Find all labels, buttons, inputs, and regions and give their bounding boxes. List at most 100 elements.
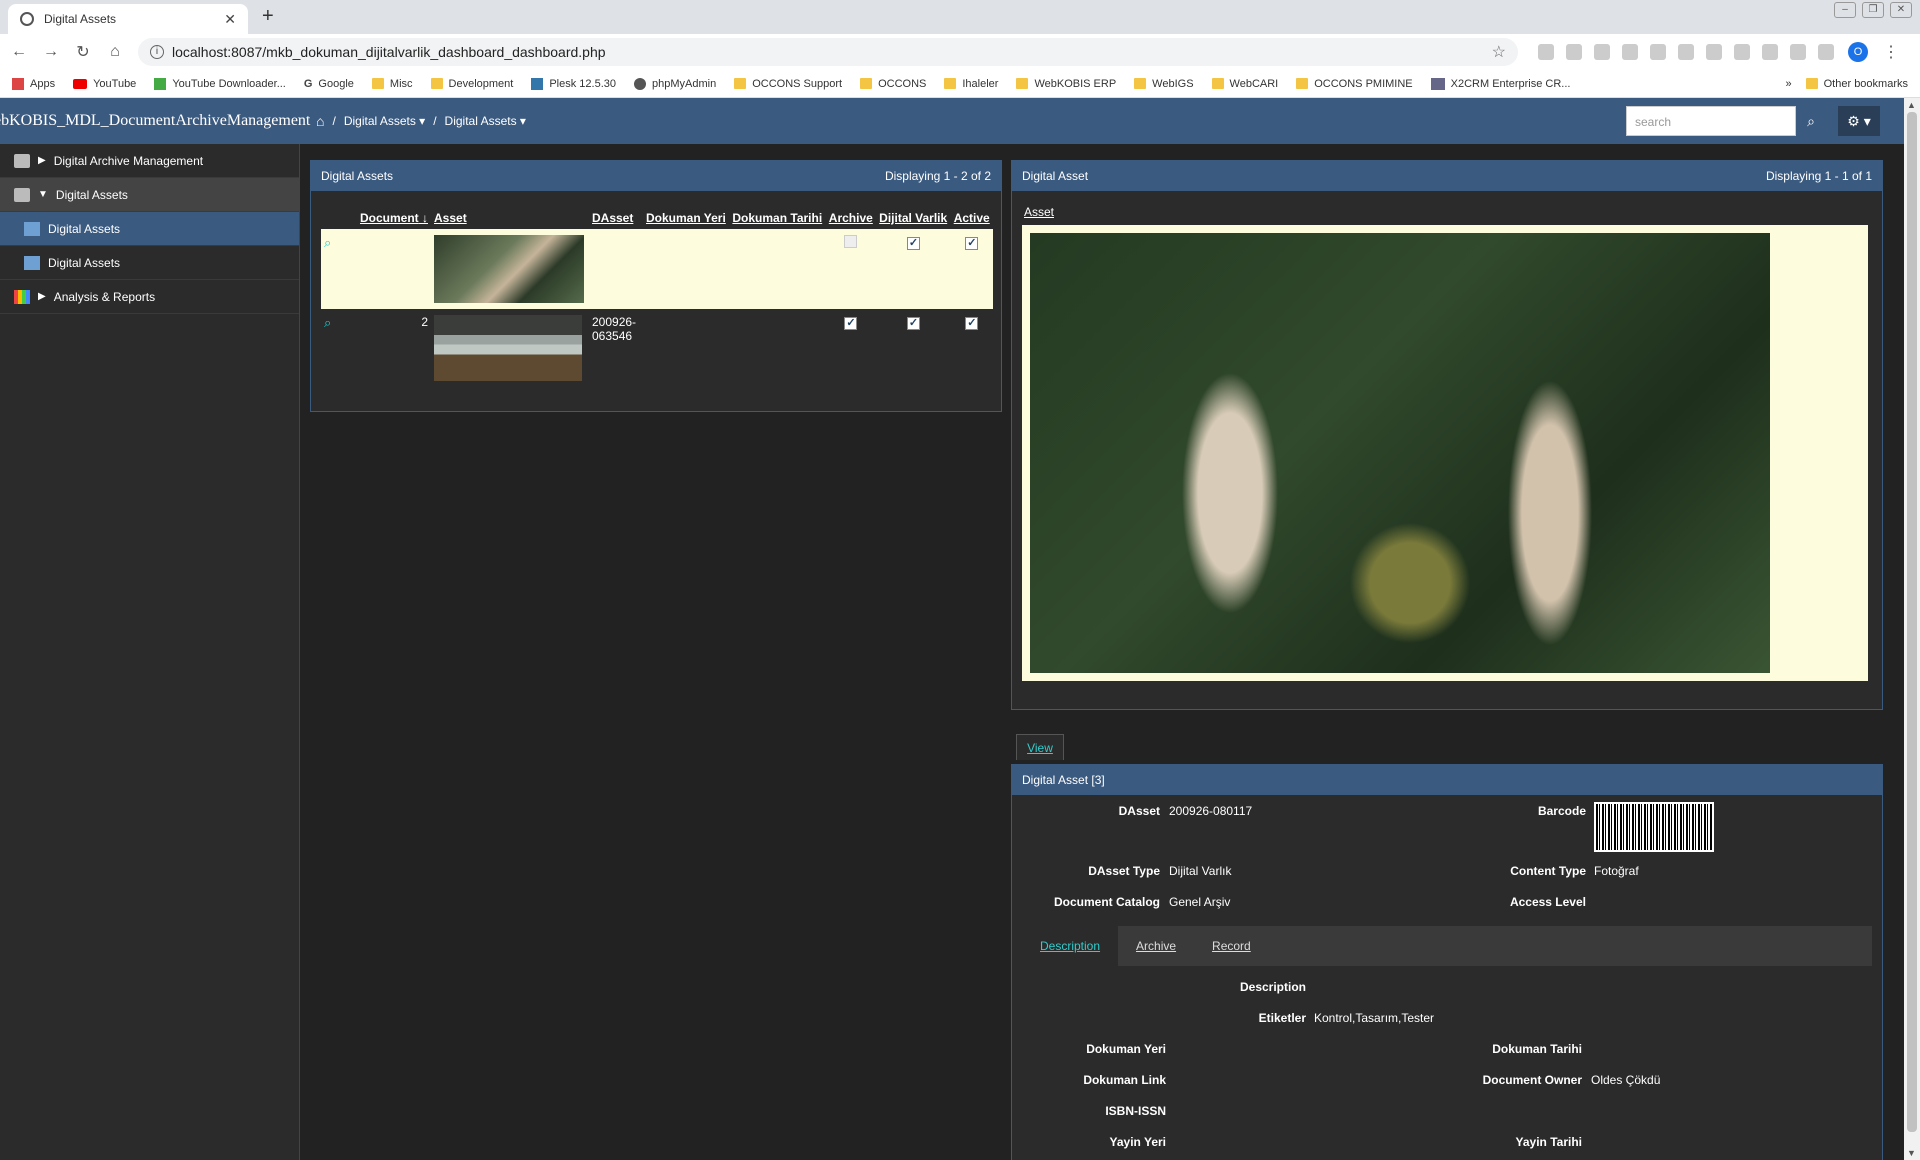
profile-avatar[interactable]: O — [1848, 42, 1868, 62]
bookmark-occons-support[interactable]: OCCONS Support — [734, 78, 842, 90]
column-asset[interactable]: Asset — [431, 207, 589, 229]
scroll-up-icon[interactable]: ▲ — [1907, 100, 1916, 110]
tab-archive[interactable]: Archive — [1118, 926, 1194, 966]
close-window-icon[interactable]: ✕ — [1890, 2, 1912, 18]
panel-title: Digital Asset — [1022, 169, 1089, 183]
table-row[interactable]: ⌕ ✓ ✓ — [321, 229, 993, 309]
search-icon[interactable]: ⌕ — [1798, 106, 1824, 136]
bookmarks-bar: Apps YouTube YouTube Downloader... G Goog… — [0, 70, 1920, 98]
column-dasset[interactable]: DAsset — [589, 207, 643, 229]
column-active[interactable]: Active — [951, 207, 993, 229]
scrollbar-thumb[interactable] — [1907, 112, 1917, 1132]
dasset-label: DAsset — [1118, 804, 1160, 818]
back-icon[interactable]: ← — [10, 43, 28, 61]
bookmark-star-icon[interactable]: ☆ — [1492, 42, 1506, 62]
restore-icon[interactable]: ❐ — [1862, 2, 1884, 18]
bookmark-youtube-downloader[interactable]: YouTube Downloader... — [154, 77, 286, 90]
info-icon[interactable]: i — [150, 45, 164, 59]
close-icon[interactable]: ✕ — [224, 11, 236, 28]
app-title[interactable]: ebKOBIS_MDL_DocumentArchiveManagement — [0, 112, 316, 130]
column-document[interactable]: Document ↓ — [351, 207, 431, 229]
plesk-icon — [531, 77, 544, 90]
tab-record[interactable]: Record — [1194, 926, 1269, 966]
asset-column-label[interactable]: Asset — [1024, 205, 1054, 219]
browser-tab[interactable]: Digital Assets ✕ — [8, 4, 248, 34]
dijital-varlik-checkbox[interactable]: ✓ — [906, 317, 920, 330]
magnifier-icon[interactable]: ⌕ — [324, 235, 331, 250]
bookmark-webcari[interactable]: WebCARI — [1211, 78, 1278, 90]
bookmark-plesk[interactable]: Plesk 12.5.30 — [531, 77, 616, 90]
bookmark-webigs[interactable]: WebIGS — [1134, 78, 1194, 90]
extension-icon[interactable] — [1594, 44, 1610, 60]
tab-description[interactable]: Description — [1022, 926, 1119, 966]
column-dijital-varlik[interactable]: Dijital Varlik — [876, 207, 951, 229]
reload-icon[interactable]: ↻ — [74, 42, 92, 62]
menu-dots-icon[interactable]: ⋮ — [1882, 42, 1900, 62]
bookmark-other[interactable]: Other bookmarks — [1805, 78, 1908, 90]
asset-image[interactable] — [1026, 229, 1774, 677]
archive-checkbox[interactable]: ✓ — [844, 317, 858, 330]
dokuman-yeri-label: Dokuman Yeri — [1086, 1042, 1166, 1056]
minimize-icon[interactable]: – — [1834, 2, 1856, 18]
digital-asset-panel: Digital Asset Displaying 1 - 1 of 1 Asse… — [1011, 160, 1883, 710]
sidebar-item-analysis-reports[interactable]: ▶ Analysis & Reports — [0, 280, 299, 314]
column-dokuman-yeri[interactable]: Dokuman Yeri — [643, 207, 729, 229]
asset-thumbnail[interactable] — [434, 235, 584, 303]
bookmark-phpmyadmin[interactable]: phpMyAdmin — [634, 77, 716, 90]
column-dokuman-tarihi[interactable]: Dokuman Tarihi — [729, 207, 825, 229]
bookmark-x2crm[interactable]: X2CRM Enterprise CR... — [1430, 77, 1570, 90]
forward-icon[interactable]: → — [42, 43, 60, 61]
sidebar-item-digital-assets-group[interactable]: ▼ Digital Assets — [0, 178, 299, 212]
barcode-label: Barcode — [1537, 804, 1586, 818]
sort-down-icon: ↓ — [422, 211, 428, 225]
bookmark-occons[interactable]: OCCONS — [860, 78, 926, 90]
sidebar-item-digital-assets-2[interactable]: Digital Assets — [0, 246, 299, 280]
magnifier-icon[interactable]: ⌕ — [324, 315, 331, 330]
gear-icon[interactable]: ⚙ ▾ — [1838, 106, 1880, 136]
home-icon[interactable]: ⌂ — [106, 43, 124, 61]
column-archive[interactable]: Archive — [826, 207, 876, 229]
caret-right-icon: ▶ — [38, 155, 46, 166]
bookmark-youtube[interactable]: YouTube — [73, 78, 136, 90]
caret-right-icon: ▶ — [38, 291, 46, 302]
bookmark-apps[interactable]: Apps — [12, 77, 55, 90]
table-row[interactable]: ⌕ 2 200926-063546 ✓ ✓ ✓ — [321, 309, 993, 387]
sidebar-item-digital-assets-1[interactable]: Digital Assets — [0, 212, 299, 246]
new-tab-icon[interactable]: + — [262, 5, 274, 28]
more-bookmarks-icon[interactable]: » — [1786, 78, 1792, 90]
page-scrollbar[interactable]: ▲ ▼ — [1904, 98, 1920, 1160]
extension-icon[interactable] — [1650, 44, 1666, 60]
extensions — [1538, 44, 1834, 60]
extension-icon[interactable] — [1706, 44, 1722, 60]
sidebar-item-digital-archive-management[interactable]: ▶ Digital Archive Management — [0, 144, 299, 178]
bookmark-development[interactable]: Development — [430, 78, 513, 90]
asset-thumbnail[interactable] — [434, 315, 582, 381]
bookmark-misc[interactable]: Misc — [371, 78, 413, 90]
active-checkbox[interactable]: ✓ — [965, 317, 979, 330]
bookmark-ihaleler[interactable]: Ihaleler — [944, 78, 998, 90]
scroll-down-icon[interactable]: ▼ — [1907, 1148, 1916, 1158]
download-icon — [154, 77, 167, 90]
extension-icon[interactable] — [1622, 44, 1638, 60]
extension-icon[interactable] — [1566, 44, 1582, 60]
active-checkbox[interactable]: ✓ — [965, 237, 979, 250]
view-tab[interactable]: View — [1016, 734, 1064, 760]
bookmark-occons-pmimine[interactable]: OCCONS PMIMINE — [1296, 78, 1413, 90]
breadcrumb-digital-assets-2[interactable]: Digital Assets ▾ — [445, 114, 526, 128]
breadcrumb-digital-assets-1[interactable]: Digital Assets ▾ — [344, 114, 425, 128]
home-icon[interactable]: ⌂ — [316, 113, 324, 129]
dasset-type-value: Dijital Varlık — [1169, 864, 1232, 878]
extension-icon[interactable] — [1762, 44, 1778, 60]
bookmark-webkobis-erp[interactable]: WebKOBIS ERP — [1016, 78, 1116, 90]
bookmark-google[interactable]: G Google — [304, 78, 354, 90]
extension-icon[interactable] — [1678, 44, 1694, 60]
url-field[interactable]: i localhost:8087/mkb_dokuman_dijitalvarl… — [138, 38, 1518, 66]
search-input[interactable]: search — [1626, 106, 1796, 136]
dijital-varlik-checkbox[interactable]: ✓ — [906, 237, 920, 250]
archive-checkbox[interactable] — [844, 235, 858, 248]
extension-icon[interactable] — [1790, 44, 1806, 60]
extension-icon[interactable] — [1734, 44, 1750, 60]
extension-icon[interactable] — [1538, 44, 1554, 60]
folder-icon — [1211, 78, 1224, 89]
extension-icon[interactable] — [1818, 44, 1834, 60]
